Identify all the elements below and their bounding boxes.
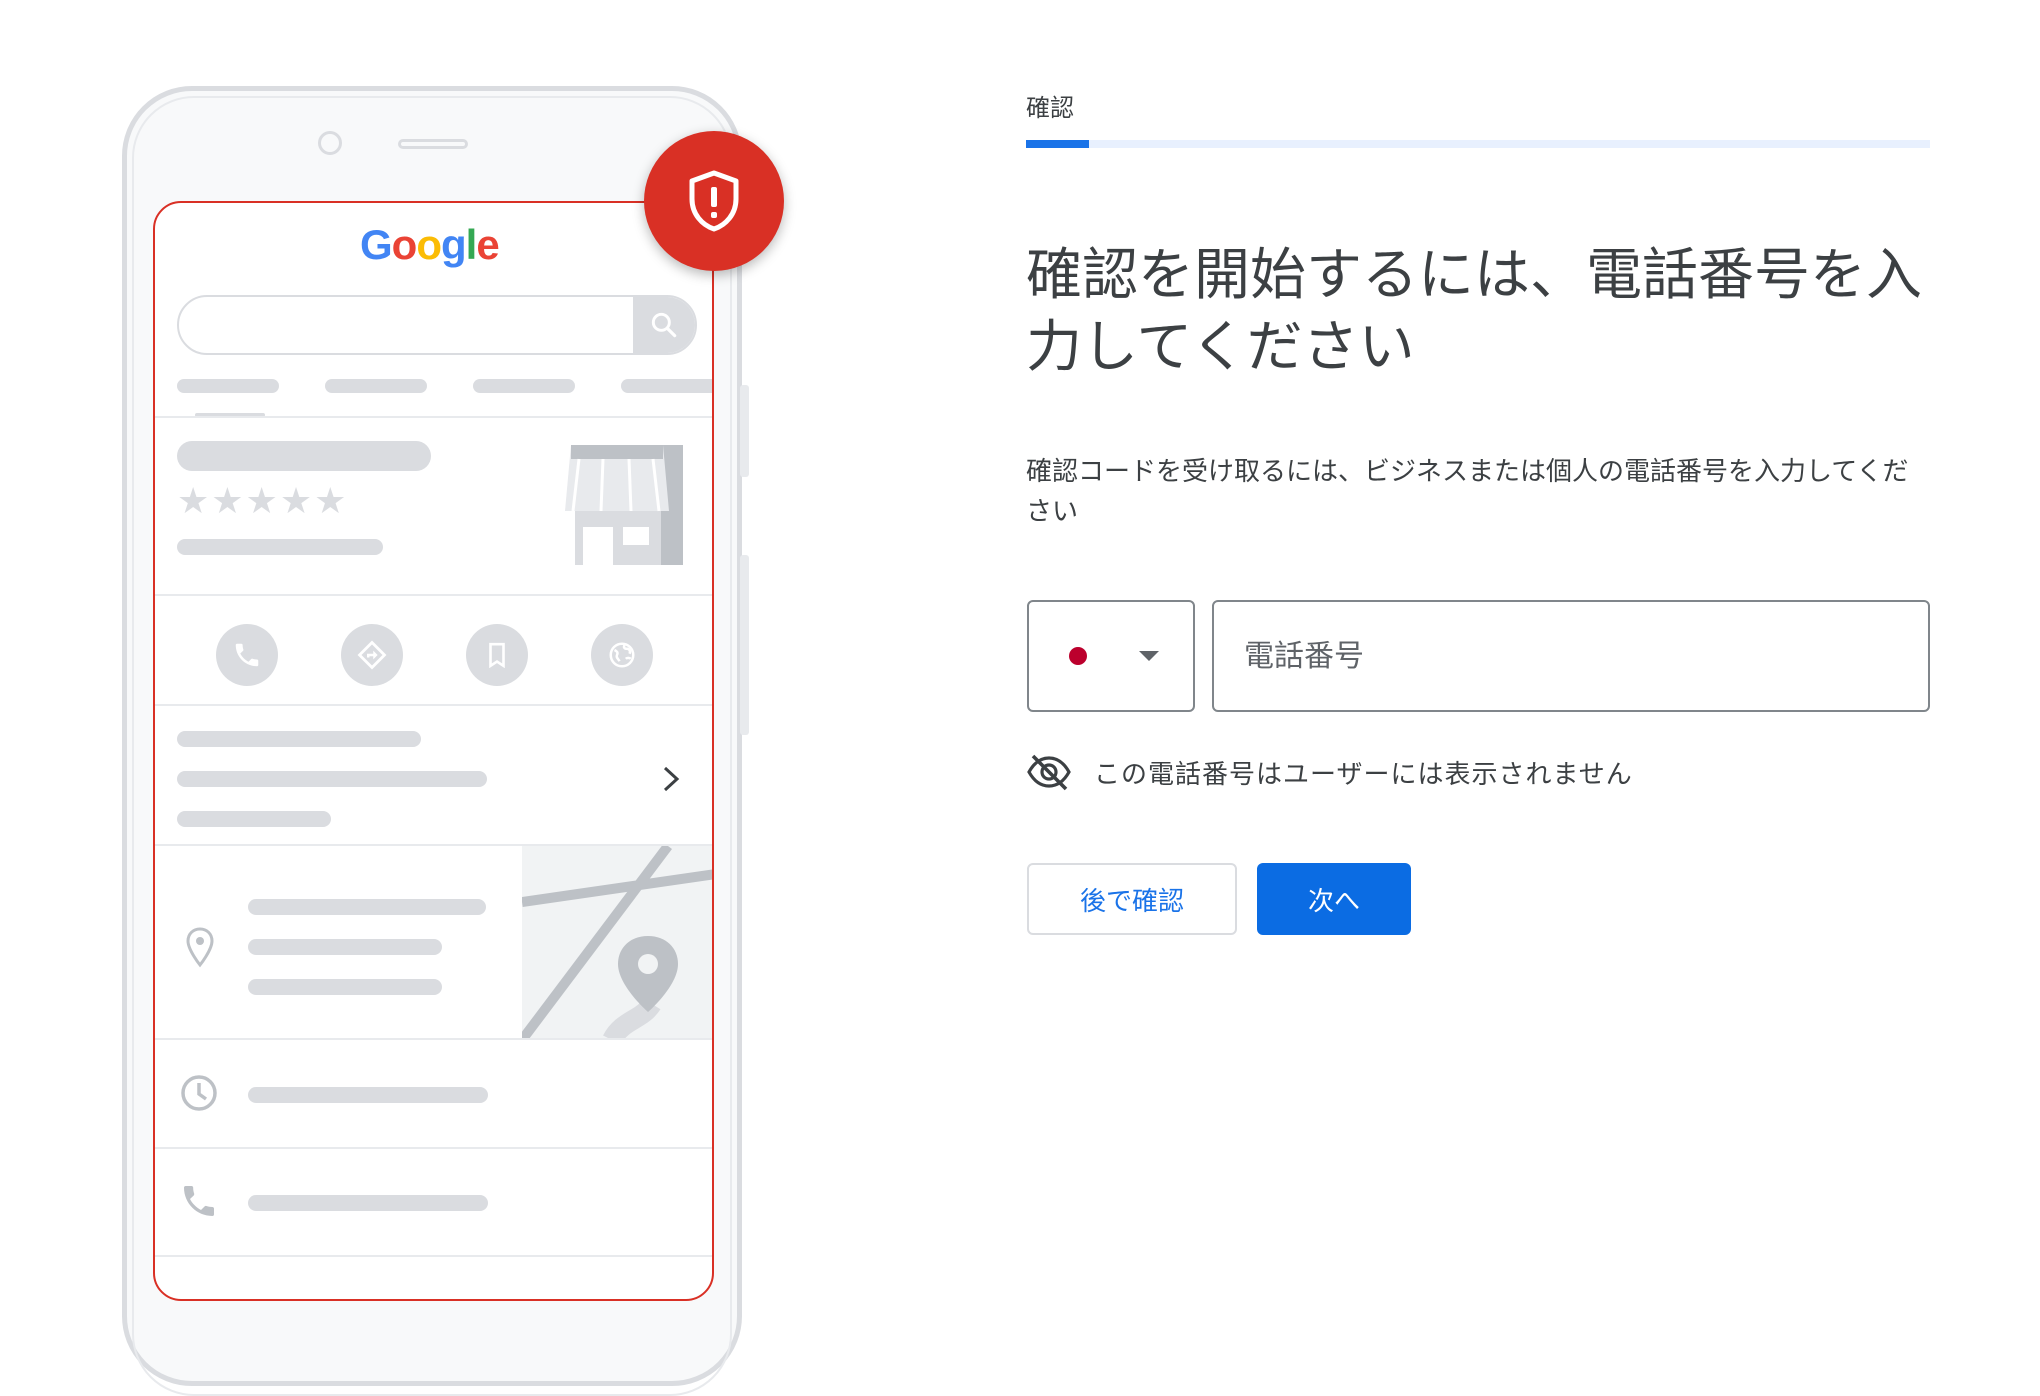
search-icon (633, 297, 695, 353)
divider (155, 594, 712, 596)
tab-placeholder (177, 379, 279, 393)
verify-later-button[interactable]: 後で確認 (1027, 863, 1237, 935)
map-thumbnail (522, 846, 712, 1040)
visibility-off-icon (1027, 754, 1071, 791)
phone-screen: Google ★★★★★ (153, 201, 714, 1301)
search-bar-placeholder (177, 295, 697, 355)
divider (155, 1255, 712, 1257)
address-line-placeholder (248, 899, 486, 915)
divider (155, 1038, 712, 1040)
privacy-note: この電話番号はユーザーには表示されません (1026, 752, 1633, 792)
divider (155, 1147, 712, 1149)
step-label: 確認 (1026, 94, 1074, 122)
phone-number-input[interactable] (1212, 600, 1930, 712)
phone-camera (318, 131, 342, 155)
address-line-placeholder (248, 979, 442, 995)
phone-side-button (740, 555, 749, 735)
business-info-placeholder (177, 539, 383, 555)
google-logo-letter: o (416, 221, 442, 268)
call-action-icon (216, 624, 278, 686)
google-logo-letter: G (360, 221, 393, 268)
hours-line-placeholder (248, 1087, 488, 1103)
chevron-right-icon (663, 766, 680, 792)
address-line-placeholder (248, 939, 442, 955)
dropdown-arrow-icon (1139, 651, 1159, 661)
google-logo: Google (360, 221, 500, 269)
phone-speaker (398, 139, 468, 149)
tab-placeholder (325, 379, 427, 393)
phone-icon (184, 1186, 214, 1216)
info-line-placeholder (177, 771, 487, 787)
divider (155, 704, 712, 706)
rating-stars: ★★★★★ (177, 481, 349, 522)
google-logo-letter: e (476, 221, 499, 268)
info-line-placeholder (177, 811, 331, 827)
google-logo-letter: o (391, 221, 418, 268)
tab-placeholder (473, 379, 575, 393)
google-logo-letter: g (440, 221, 467, 268)
google-logo-letter: l (465, 221, 478, 268)
progress-bar-fill (1026, 140, 1090, 148)
location-pin-icon (186, 927, 214, 968)
page-description: 確認コードを受け取るには、ビジネスまたは個人の電話番号を入力してください (1026, 457, 1909, 527)
japan-flag-icon (1069, 647, 1087, 665)
progress-bar (1026, 140, 1930, 148)
divider (155, 416, 712, 418)
clock-icon (181, 1075, 217, 1111)
privacy-note-text: この電話番号はユーザーには表示されません (1094, 759, 1633, 790)
save-action-icon (466, 624, 528, 686)
next-button[interactable]: 次へ (1257, 863, 1411, 935)
page-title: 確認を開始するには、電話番号を入力してください (1026, 243, 1922, 380)
business-name-placeholder (177, 441, 431, 471)
phone-line-placeholder (248, 1195, 488, 1211)
phone-side-button (740, 385, 749, 477)
website-action-icon (591, 624, 653, 686)
shield-exclamation-icon (644, 131, 784, 271)
storefront-icon (565, 445, 683, 565)
country-code-dropdown[interactable] (1027, 600, 1195, 712)
directions-action-icon (341, 624, 403, 686)
info-line-placeholder (177, 731, 421, 747)
tab-placeholder (621, 379, 712, 393)
